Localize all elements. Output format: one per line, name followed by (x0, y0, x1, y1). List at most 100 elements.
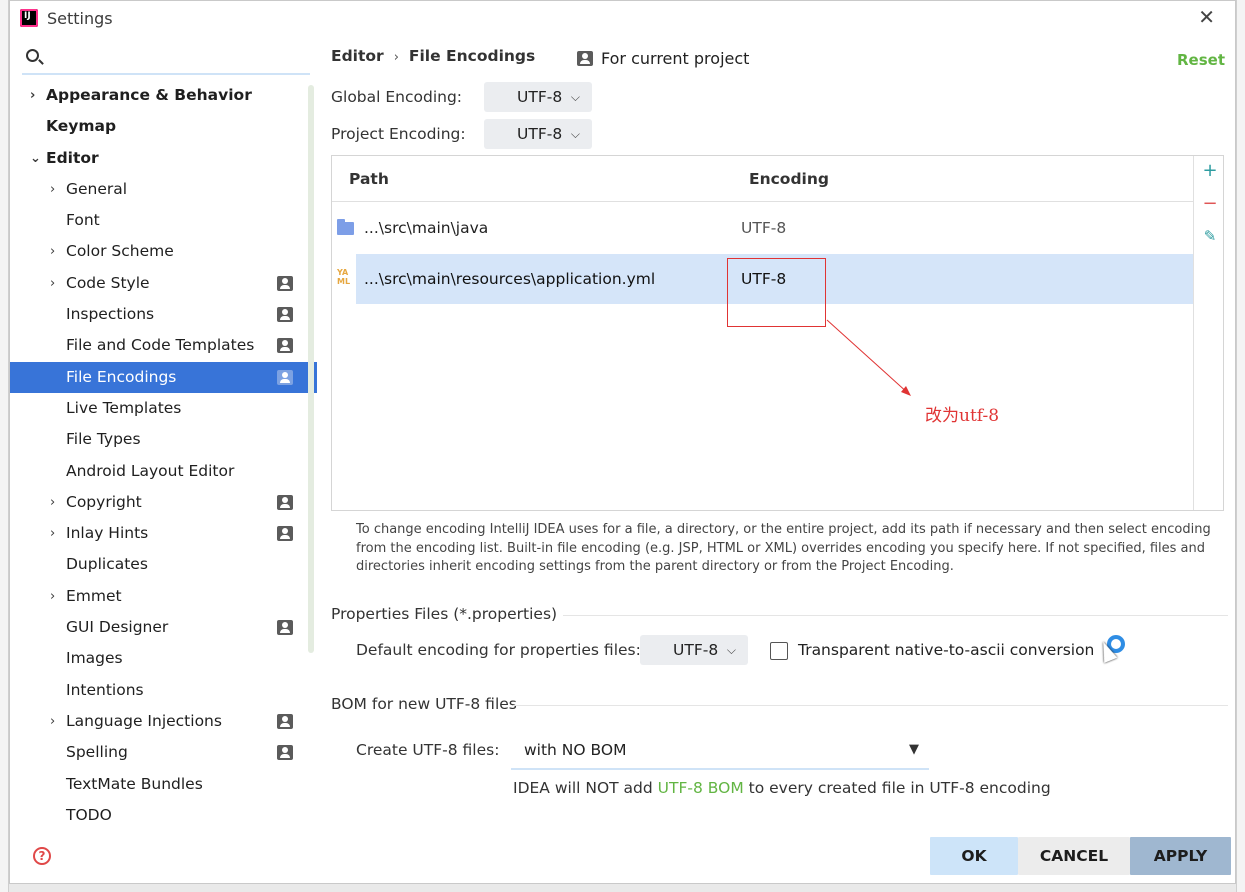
global-encoding-select[interactable]: UTF-8 ⌵ (484, 82, 592, 112)
project-scope-icon (577, 51, 593, 66)
global-encoding-label: Global Encoding: (331, 88, 463, 106)
sidebar-item-keymap[interactable]: Keymap (10, 111, 310, 142)
sidebar-item-intentions[interactable]: Intentions (10, 675, 310, 706)
project-scope-icon (277, 338, 293, 354)
chevron-right-icon[interactable]: › (50, 518, 55, 549)
search-input[interactable] (48, 45, 306, 73)
project-encoding-select[interactable]: UTF-8 ⌵ (484, 119, 592, 149)
sidebar-item-font[interactable]: Font (10, 205, 310, 236)
edit-pencil-icon[interactable]: ✎ (1202, 228, 1218, 244)
help-description: To change encoding IntelliJ IDEA uses fo… (356, 522, 1211, 574)
chevron-down-icon[interactable]: ⌄ (30, 143, 41, 174)
sidebar-item-label: Editor (46, 148, 99, 167)
transparent-conversion-label[interactable]: Transparent native-to-ascii conversion (798, 641, 1094, 659)
row-path: ...\src\main\resources\application.yml (364, 270, 656, 288)
chevron-down-icon: ⌵ (570, 127, 580, 141)
sidebar-item-spelling[interactable]: Spelling (10, 737, 310, 768)
folder-icon (337, 219, 354, 235)
close-icon[interactable]: ✕ (1198, 5, 1215, 29)
sidebar-item-code-style[interactable]: › Code Style (10, 268, 310, 299)
sidebar-item-file-encodings[interactable]: File Encodings (10, 361, 317, 393)
breadcrumb-root[interactable]: Editor (331, 47, 384, 65)
apply-button[interactable]: APPLY (1130, 837, 1231, 875)
section-divider (513, 705, 1228, 706)
sidebar-item-label: TextMate Bundles (66, 774, 203, 793)
background-window-right (1236, 0, 1245, 892)
sidebar-item-label: Copyright (66, 492, 142, 511)
project-scope-icon (277, 713, 293, 729)
sidebar-item-label: File Encodings (66, 367, 177, 386)
sidebar-item-file-and-code-templates[interactable]: File and Code Templates (10, 330, 310, 361)
dropdown-triangle-icon: ▼ (909, 742, 919, 757)
chevron-right-icon[interactable]: › (50, 581, 55, 612)
sidebar-scrollbar[interactable] (308, 85, 314, 653)
chevron-right-icon[interactable]: › (50, 174, 55, 205)
sidebar-item-label: Duplicates (66, 555, 148, 574)
sidebar-item-label: General (66, 179, 128, 198)
chevron-right-icon[interactable]: › (50, 487, 55, 518)
sidebar-item-label: Language Injections (66, 711, 222, 730)
ok-button[interactable]: OK (930, 837, 1018, 875)
sidebar-item-label: Code Style (66, 273, 150, 292)
chevron-down-icon: ⌵ (726, 643, 736, 657)
bom-note-link[interactable]: UTF-8 BOM (658, 779, 744, 797)
sidebar-item-emmet[interactable]: › Emmet (10, 581, 310, 612)
project-scope-icon (277, 526, 293, 542)
properties-encoding-value: UTF-8 (673, 641, 719, 659)
sidebar-item-live-templates[interactable]: Live Templates (10, 393, 310, 424)
row-encoding[interactable]: UTF-8 (741, 203, 786, 253)
sidebar-item-textmate-bundles[interactable]: TextMate Bundles (10, 769, 310, 800)
bom-note-text: IDEA will NOT add (513, 779, 658, 797)
sidebar-item-gui-designer[interactable]: GUI Designer (10, 612, 310, 643)
chevron-down-icon: ⌵ (570, 90, 580, 104)
add-icon[interactable]: + (1202, 162, 1218, 180)
chevron-right-icon[interactable]: › (30, 80, 35, 111)
row-path: ...\src\main\java (364, 219, 489, 237)
scope-indicator: For current project (577, 49, 749, 68)
properties-encoding-select[interactable]: UTF-8 ⌵ (640, 635, 748, 665)
table-row[interactable]: ...\src\main\java UTF-8 (332, 203, 1193, 253)
settings-tree: › Appearance & Behavior Keymap ⌄ Editor › Gene… (10, 80, 317, 831)
sidebar-item-file-types[interactable]: File Types (10, 424, 310, 455)
project-encoding-value: UTF-8 (517, 125, 563, 143)
sidebar-item-label: Color Scheme (66, 242, 174, 261)
sidebar-item-todo[interactable]: TODO (10, 800, 310, 831)
sidebar-item-appearance-behavior[interactable]: › Appearance & Behavior (10, 80, 310, 111)
properties-encoding-label: Default encoding for properties files: (356, 641, 641, 659)
chevron-right-icon[interactable]: › (50, 236, 55, 267)
transparent-conversion-checkbox[interactable] (770, 642, 788, 660)
reset-link[interactable]: Reset (1177, 51, 1225, 69)
sidebar-item-label: GUI Designer (66, 618, 169, 637)
sidebar-item-label: Inspections (66, 305, 155, 324)
sidebar-item-label: Intentions (66, 680, 144, 699)
chevron-right-icon[interactable]: › (50, 268, 55, 299)
sidebar-item-color-scheme[interactable]: › Color Scheme (10, 236, 310, 267)
window-title: Settings (47, 9, 113, 28)
sidebar-item-duplicates[interactable]: Duplicates (10, 549, 310, 580)
sidebar-item-copyright[interactable]: › Copyright (10, 487, 310, 518)
sidebar-item-android-layout-editor[interactable]: Android Layout Editor (10, 456, 310, 487)
scope-label: For current project (601, 49, 750, 68)
breadcrumb: Editor › File Encodings (331, 47, 535, 65)
sidebar-item-label: Inlay Hints (66, 524, 149, 543)
column-header-encoding[interactable]: Encoding (749, 170, 829, 188)
bom-section-title: BOM for new UTF-8 files (331, 695, 517, 713)
sidebar-item-label: Emmet (66, 586, 122, 605)
bom-select[interactable]: with NO BOM ▼ (511, 732, 929, 770)
help-icon[interactable]: ? (33, 847, 51, 865)
sidebar-item-inspections[interactable]: Inspections (10, 299, 310, 330)
project-scope-icon (277, 494, 293, 510)
settings-sidebar: › Appearance & Behavior Keymap ⌄ Editor › Gene… (10, 37, 317, 885)
sidebar-item-language-injections[interactable]: › Language Injections (10, 706, 310, 737)
column-header-path[interactable]: Path (349, 170, 389, 188)
sidebar-item-general[interactable]: › General (10, 174, 310, 205)
remove-icon[interactable]: − (1202, 195, 1218, 213)
sidebar-item-label: File and Code Templates (66, 336, 255, 355)
cancel-button[interactable]: CANCEL (1018, 837, 1130, 875)
settings-search (22, 45, 310, 75)
chevron-right-icon[interactable]: › (50, 706, 55, 737)
annotation-highlight-box (727, 258, 826, 327)
sidebar-item-inlay-hints[interactable]: › Inlay Hints (10, 518, 310, 549)
sidebar-item-images[interactable]: Images (10, 643, 310, 674)
sidebar-item-editor[interactable]: ⌄ Editor (10, 143, 310, 174)
